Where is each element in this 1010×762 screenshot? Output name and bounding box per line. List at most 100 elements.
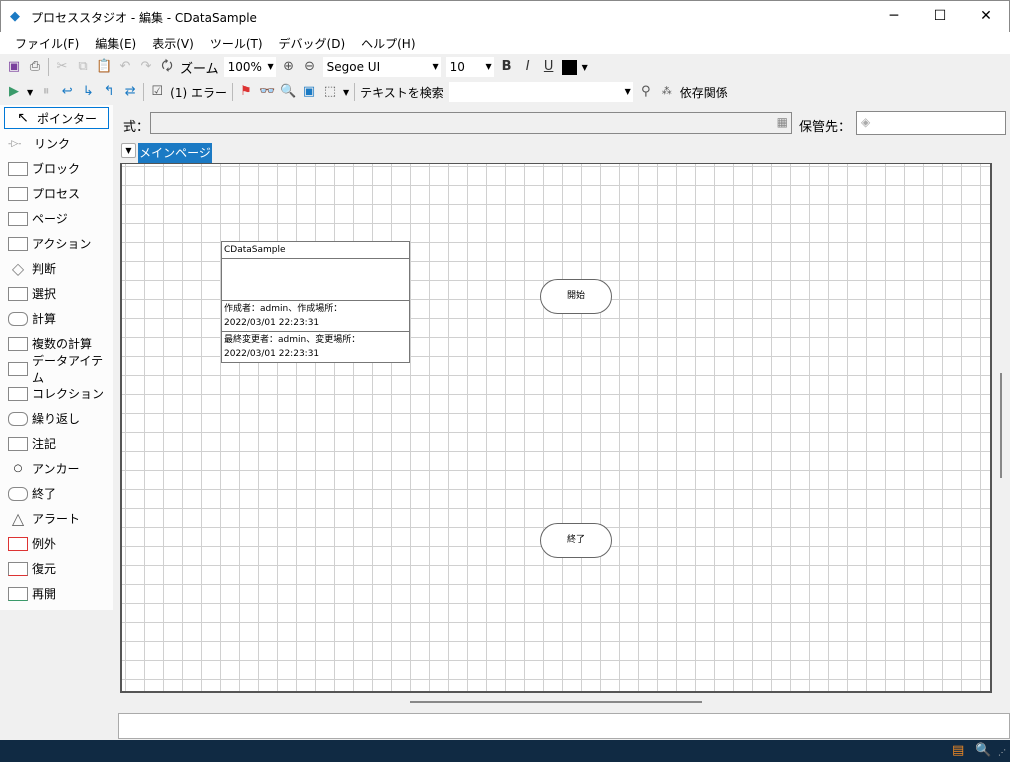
tool-note[interactable]: 注記 [0, 431, 113, 456]
step-in-icon[interactable]: ↳ [80, 84, 96, 100]
expression-label: 式： [123, 120, 150, 135]
calculation-icon [8, 311, 28, 326]
horizontal-scroll-thumb[interactable] [410, 701, 702, 703]
font-color-button[interactable] [561, 59, 577, 75]
data-item-icon [8, 361, 28, 376]
tool-pointer[interactable]: ↖ ポインター [4, 107, 109, 129]
tool-choice[interactable]: 選択 [0, 281, 113, 306]
minimize-button[interactable]: ─ [871, 1, 917, 32]
eraser-icon[interactable]: ◈ [861, 115, 870, 129]
dependencies-button[interactable]: 依存関係 [680, 84, 728, 101]
tool-label: コレクション [32, 387, 105, 401]
start-stage[interactable]: 開始 [540, 279, 612, 314]
tool-decision[interactable]: ◇ 判断 [0, 256, 113, 281]
redo-icon[interactable]: ↷ [138, 59, 154, 75]
created-at: 2022/03/01 22:23:31 [224, 318, 320, 328]
close-button[interactable]: ✕ [963, 1, 1009, 32]
validate-icon[interactable]: ☑ [149, 84, 165, 100]
process-info-box[interactable]: CDataSample 作成者：admin、作成場所： 2022/03/01 22… [221, 241, 410, 363]
cut-icon[interactable]: ✂ [54, 59, 70, 75]
dependencies-icon: ⁂ [661, 86, 672, 97]
end-stage[interactable]: 終了 [540, 523, 612, 558]
horizontal-scrollbar[interactable] [120, 694, 992, 710]
pause-icon[interactable]: ⏸ [38, 84, 54, 100]
collection-icon [8, 386, 28, 401]
tool-exception[interactable]: 例外 [0, 531, 113, 556]
store-label: 保管先： [799, 120, 852, 135]
tool-collection[interactable]: コレクション [0, 381, 113, 406]
zoom-in-icon[interactable]: ⊕ [281, 59, 297, 75]
menu-file[interactable]: ファイル(F) [7, 32, 87, 55]
tool-recover[interactable]: 復元 [0, 556, 113, 581]
save-icon[interactable]: ▣ [6, 59, 22, 75]
find-next-icon[interactable]: ⚲ [638, 84, 654, 100]
tool-alert[interactable]: △ アラート [0, 506, 113, 531]
decision-icon: ◇ [11, 259, 25, 278]
window-icon[interactable]: ▣ [301, 84, 317, 100]
app-icon: ◆ [10, 9, 20, 24]
tool-data-item[interactable]: データアイテム [0, 354, 113, 385]
tool-resume[interactable]: 再開 [0, 581, 113, 606]
tool-link[interactable]: -▷- リンク [0, 131, 113, 156]
exception-icon [8, 536, 28, 551]
calculator-icon[interactable]: ▦ [777, 115, 788, 129]
zoom-select[interactable]: 100% ▼ [223, 57, 276, 77]
menu-edit[interactable]: 編集(E) [87, 32, 144, 55]
bold-button[interactable]: B [499, 59, 515, 75]
step-icon[interactable]: ↩ [59, 84, 75, 100]
toolbar-debug: ▶ ▼ ⏸ ↩ ↳ ↰ ⇄ ☑ (1) エラー ⚑ 👓 🔍 ▣ ⬚ ▼ テキストを検… [0, 80, 760, 104]
zoom-label: ズーム [180, 61, 219, 77]
tool-calculation[interactable]: 計算 [0, 306, 113, 331]
store-input[interactable]: ◈ [856, 111, 1006, 135]
menu-bar: ファイル(F) 編集(E) 表示(V) ツール(T) デバッグ(D) ヘルプ(H) [0, 32, 1010, 54]
tool-label: 終了 [32, 487, 57, 501]
search-label: テキストを検索 [360, 85, 444, 100]
expression-input[interactable]: ▦ [150, 112, 792, 134]
undo-icon[interactable]: ↶ [117, 59, 133, 75]
process-canvas[interactable]: CDataSample 作成者：admin、作成場所： 2022/03/01 22… [120, 163, 992, 693]
status-bar: ▤ 🔍 ⋰ [0, 740, 1010, 762]
tool-loop[interactable]: 繰り返し [0, 406, 113, 431]
select-area-icon[interactable]: ⬚ [322, 84, 338, 100]
zoom-out-icon[interactable]: ⊖ [302, 59, 318, 75]
reset-icon[interactable]: ⇄ [122, 84, 138, 100]
search-input[interactable]: ▼ [448, 82, 633, 102]
toolbar-main: ▣ ⎙ ✂ ⧉ 📋 ↶ ↷ 🗘 ズーム 100% ▼ ⊕ ⊖ Segoe UI ▼ … [0, 55, 640, 79]
modified-at: 2022/03/01 22:23:31 [224, 349, 320, 359]
font-select[interactable]: Segoe UI ▼ [322, 57, 441, 77]
menu-help[interactable]: ヘルプ(H) [353, 32, 423, 55]
resize-grip-icon[interactable]: ⋰ [998, 748, 1006, 757]
tool-page[interactable]: ページ [0, 206, 113, 231]
tool-end[interactable]: 終了 [0, 481, 113, 506]
paste-icon[interactable]: 📋 [96, 59, 112, 75]
vertical-scrollbar[interactable] [994, 163, 1010, 693]
step-out-icon[interactable]: ↰ [101, 84, 117, 100]
maximize-button[interactable]: ☐ [917, 1, 963, 32]
italic-button[interactable]: I [520, 59, 536, 75]
menu-tools[interactable]: ツール(T) [202, 32, 271, 55]
tool-anchor[interactable]: ○ アンカー [0, 456, 113, 481]
font-size-value: 10 [449, 60, 465, 74]
refresh-page-icon[interactable]: 🗘 [159, 59, 175, 75]
tab-main-page[interactable]: メインページ [138, 143, 212, 163]
errors-button[interactable]: (1) エラー [170, 84, 227, 101]
breakpoint-flag-icon[interactable]: ⚑ [238, 84, 254, 100]
run-icon[interactable]: ▶ [6, 84, 22, 100]
search-panel-icon[interactable]: 🔍 [975, 743, 991, 758]
print-icon[interactable]: ⎙ [27, 59, 43, 75]
copy-icon[interactable]: ⧉ [75, 59, 91, 75]
choice-icon [8, 286, 28, 301]
watch-icon[interactable]: 👓 [259, 84, 275, 100]
font-size-select[interactable]: 10 ▼ [445, 57, 494, 77]
vertical-scroll-thumb[interactable] [1000, 373, 1002, 478]
page-list-dropdown[interactable]: ▼ [121, 143, 136, 158]
menu-debug[interactable]: デバッグ(D) [271, 32, 354, 55]
menu-view[interactable]: 表示(V) [144, 32, 202, 55]
properties-icon[interactable]: ▤ [952, 743, 964, 758]
tool-process[interactable]: プロセス [0, 181, 113, 206]
underline-button[interactable]: U [541, 59, 557, 75]
find-icon[interactable]: 🔍 [280, 84, 296, 100]
tool-label: 注記 [32, 437, 57, 451]
tool-block[interactable]: ブロック [0, 156, 113, 181]
tool-action[interactable]: アクション [0, 231, 113, 256]
